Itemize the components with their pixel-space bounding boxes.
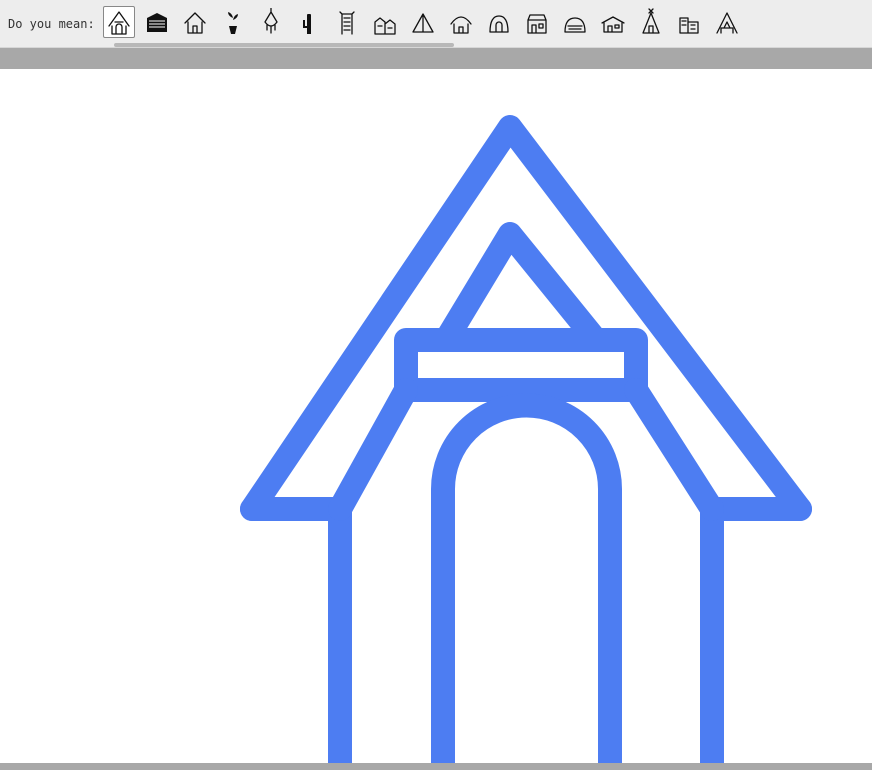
bungalow-icon[interactable] <box>597 6 629 38</box>
prompt-label: Do you mean: <box>8 17 95 31</box>
tent-icon[interactable] <box>407 6 439 38</box>
town-icon[interactable] <box>369 6 401 38</box>
plant-icon[interactable] <box>217 6 249 38</box>
doghouse-icon[interactable] <box>103 6 135 38</box>
house-icon[interactable] <box>179 6 211 38</box>
tower-icon[interactable] <box>331 6 363 38</box>
drawing-canvas[interactable] <box>0 69 872 763</box>
suggestion-scrollbar[interactable] <box>114 43 454 47</box>
bottom-bar <box>0 763 872 770</box>
building-icon[interactable] <box>673 6 705 38</box>
suggestion-strip[interactable] <box>103 6 864 42</box>
doghouse-drawing <box>0 69 872 763</box>
haystack-icon[interactable] <box>559 6 591 38</box>
hut-icon[interactable] <box>445 6 477 38</box>
hanging-plant-icon[interactable] <box>255 6 287 38</box>
tepee-icon[interactable] <box>635 6 667 38</box>
shop-icon[interactable] <box>521 6 553 38</box>
a-frame-icon[interactable] <box>711 6 743 38</box>
garage-icon[interactable] <box>141 6 173 38</box>
dome-hut-icon[interactable] <box>483 6 515 38</box>
divider-bar <box>0 48 872 69</box>
suggestion-toolbar: Do you mean: <box>0 0 872 48</box>
cactus-icon[interactable] <box>293 6 325 38</box>
